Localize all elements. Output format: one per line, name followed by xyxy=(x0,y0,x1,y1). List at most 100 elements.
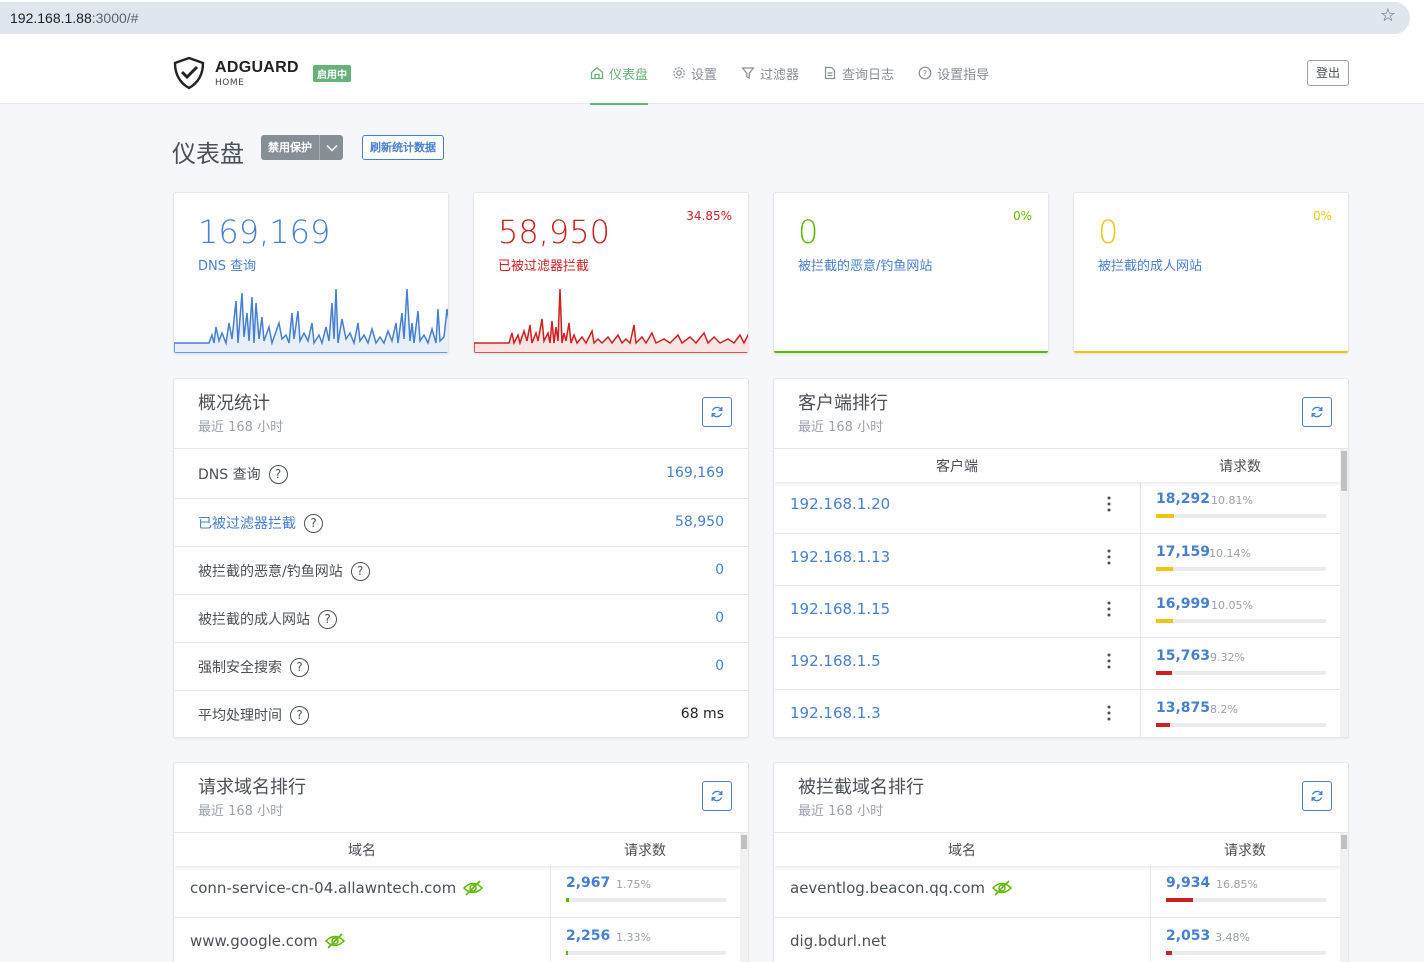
overview-row-adult: 被拦截的成人网站? 0 xyxy=(174,594,748,642)
stat-label: 已被过滤器拦截 xyxy=(498,259,590,274)
help-icon[interactable]: ? xyxy=(290,657,309,677)
request-percent: 9.32% xyxy=(1210,651,1245,664)
bookmark-star-icon[interactable]: ☆ xyxy=(1380,5,1396,26)
filter-icon xyxy=(741,67,755,79)
table-scrollbar[interactable] xyxy=(740,833,748,962)
card-title: 客户端排行 xyxy=(798,393,888,414)
bar-fill xyxy=(1156,619,1173,623)
more-vertical-icon[interactable] xyxy=(1106,600,1112,622)
table-row: 192.168.1.15 16,999 10.05% xyxy=(774,585,1340,637)
chevron-down-icon xyxy=(326,144,337,151)
refresh-button[interactable] xyxy=(702,781,732,811)
request-percent: 3.48% xyxy=(1215,931,1250,944)
eye-slash-icon[interactable] xyxy=(462,879,484,897)
client-ip[interactable]: 192.168.1.3 xyxy=(790,704,881,722)
row-label: 强制安全搜索 xyxy=(198,660,282,676)
card-title: 请求域名排行 xyxy=(198,777,306,798)
row-label-link[interactable]: 已被过滤器拦截 xyxy=(198,513,296,533)
more-vertical-icon[interactable] xyxy=(1106,652,1112,674)
refresh-button[interactable] xyxy=(1302,781,1332,811)
more-vertical-icon[interactable] xyxy=(1106,704,1112,726)
brand-sub: HOME xyxy=(215,78,245,88)
stat-value: 169,169 xyxy=(198,213,331,251)
bar-fill xyxy=(1156,723,1170,727)
domain-text: dig.bdurl.net xyxy=(790,932,887,950)
table-row: aeventlog.beacon.qq.com 9,934 16.85% xyxy=(774,865,1340,917)
client-ip[interactable]: 192.168.1.15 xyxy=(790,600,890,618)
stat-percent: 0% xyxy=(1012,209,1032,223)
table-scrollbar[interactable] xyxy=(1340,833,1348,962)
request-bar xyxy=(1156,671,1326,675)
nav-query-log[interactable]: 查询日志 xyxy=(823,42,894,104)
overview-row-malware: 被拦截的恶意/钓鱼网站? 0 xyxy=(174,546,748,594)
request-bar xyxy=(1156,514,1326,518)
request-bar xyxy=(1156,723,1326,727)
page-title: 仪表盘 xyxy=(172,140,244,168)
col-requests[interactable]: 请求数 xyxy=(1150,840,1340,860)
col-domain[interactable]: 域名 xyxy=(774,840,1150,860)
client-ip[interactable]: 192.168.1.20 xyxy=(790,495,890,513)
request-percent: 16.85% xyxy=(1216,878,1258,891)
domain-name: www.google.com xyxy=(190,932,346,950)
nav-filters[interactable]: 过滤器 xyxy=(741,42,799,104)
url-field[interactable]: 192.168.1.88:3000/# xyxy=(0,2,1410,34)
stat-label: 被拦截的恶意/钓鱼网站 xyxy=(798,259,933,274)
eye-slash-icon[interactable] xyxy=(324,932,346,950)
bar-fill xyxy=(566,898,569,902)
row-value: 0 xyxy=(715,610,724,626)
table-row: 192.168.1.3 13,875 8.2% xyxy=(774,689,1340,737)
refresh-stats-button[interactable]: 刷新统计数据 xyxy=(362,135,444,160)
table-row: dig.bdurl.net 2,053 3.48% xyxy=(774,917,1340,962)
col-requests[interactable]: 请求数 xyxy=(1140,456,1340,476)
scrollbar-thumb[interactable] xyxy=(741,835,747,849)
logout-button[interactable]: 登出 xyxy=(1306,60,1349,86)
refresh-button[interactable] xyxy=(702,397,732,427)
nav-settings[interactable]: 设置 xyxy=(672,42,717,104)
overview-row-avg-time: 平均处理时间? 68 ms xyxy=(174,690,748,737)
help-icon[interactable]: ? xyxy=(350,561,370,581)
disable-protection-dropdown[interactable] xyxy=(319,135,343,160)
top-clients-card: 客户端排行 最近 168 小时 客户端 请求数 192.168.1.20 18,… xyxy=(773,378,1349,738)
row-label: DNS 查询 xyxy=(198,467,261,483)
disable-protection-button[interactable]: 禁用保护 xyxy=(261,135,319,160)
stat-label: DNS 查询 xyxy=(198,259,257,274)
url-host: 192.168.1.88 xyxy=(10,10,92,26)
nav-dashboard-label: 仪表盘 xyxy=(609,67,649,83)
stat-card-blocked-by-filters: 58,950 已被过滤器拦截 34.85% xyxy=(473,192,749,354)
adguard-logo[interactable]: ADGUARD HOME 启用中 xyxy=(172,56,351,90)
help-icon[interactable]: ? xyxy=(290,705,309,725)
adult-sparkline xyxy=(1074,351,1348,353)
request-bar xyxy=(566,898,726,902)
more-vertical-icon[interactable] xyxy=(1106,548,1112,570)
bar-fill xyxy=(1166,951,1172,955)
more-vertical-icon[interactable] xyxy=(1106,495,1112,517)
help-icon[interactable]: ? xyxy=(304,513,323,533)
stat-percent: 34.85% xyxy=(686,209,732,223)
col-requests[interactable]: 请求数 xyxy=(550,840,740,860)
home-icon xyxy=(590,66,604,80)
eye-slash-icon[interactable] xyxy=(991,879,1013,897)
col-domain[interactable]: 域名 xyxy=(174,840,550,860)
refresh-icon xyxy=(1311,790,1323,802)
client-ip[interactable]: 192.168.1.13 xyxy=(790,548,890,566)
help-icon[interactable]: ? xyxy=(318,609,337,629)
scrollbar-thumb[interactable] xyxy=(1341,451,1347,491)
card-subtitle: 最近 168 小时 xyxy=(198,420,284,435)
row-value: 0 xyxy=(715,562,724,578)
help-icon: ? xyxy=(918,66,932,80)
client-ip[interactable]: 192.168.1.5 xyxy=(790,652,881,670)
stat-value: 0 xyxy=(798,213,819,251)
stat-card-adult-sites: 0 被拦截的成人网站 0% xyxy=(1073,192,1349,354)
table-scrollbar[interactable] xyxy=(1340,449,1348,737)
refresh-button[interactable] xyxy=(1302,397,1332,427)
help-icon[interactable]: ? xyxy=(268,464,288,484)
scrollbar-thumb[interactable] xyxy=(1341,835,1347,849)
nav-dashboard[interactable]: 仪表盘 xyxy=(590,42,649,105)
nav-query-log-label: 查询日志 xyxy=(842,67,895,83)
domain-name: conn-service-cn-04.allawntech.com xyxy=(190,879,484,897)
col-client[interactable]: 客户端 xyxy=(774,456,1140,476)
nav-setup-guide[interactable]: ? 设置指导 xyxy=(918,42,989,104)
card-header: 请求域名排行 最近 168 小时 xyxy=(174,763,748,833)
card-title: 被拦截域名排行 xyxy=(798,777,924,798)
app-header: ADGUARD HOME 启用中 仪表盘 设置 过滤器 查询日志 ? 设置指导 … xyxy=(0,42,1424,105)
